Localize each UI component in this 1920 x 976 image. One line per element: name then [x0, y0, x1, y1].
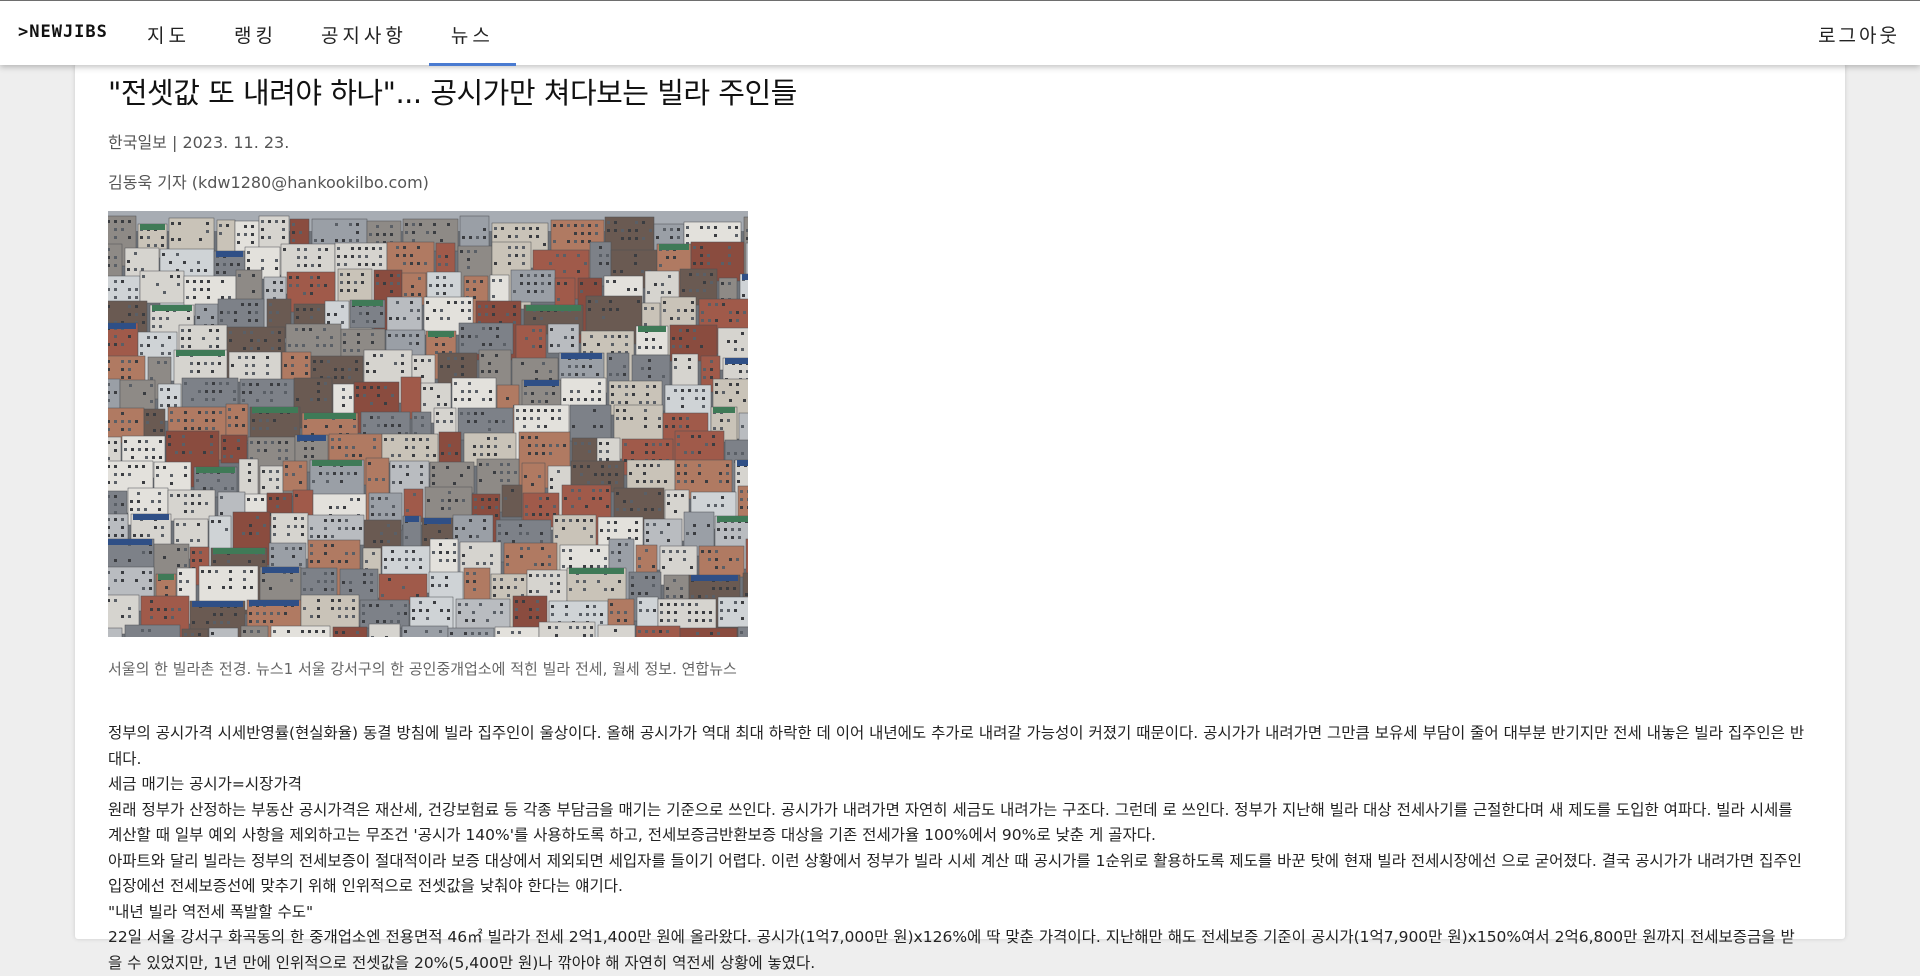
logout-button[interactable]: 로그아웃 [1818, 21, 1900, 48]
nav-item-news[interactable]: 뉴스 [428, 1, 516, 66]
article-photo [108, 211, 748, 637]
nav-item-map[interactable]: 지도 [125, 1, 212, 66]
article-paragraph: 정부의 공시가격 시세반영률(현실화율) 동결 방침에 빌라 집주인이 울상이다… [108, 724, 1805, 768]
nav-item-notice[interactable]: 공지사항 [299, 1, 429, 66]
article-subheading: "내년 빌라 역전세 폭발할 수도" [108, 902, 314, 921]
article-meta: 한국일보 | 2023. 11. 23. [108, 133, 290, 152]
article-title: "전셋값 또 내려야 하나"... 공시가만 쳐다보는 빌라 주인들 [108, 76, 797, 110]
nav-item-ranking[interactable]: 랭킹 [212, 1, 299, 66]
article-author: 김동욱 기자 (kdw1280@hankookilbo.com) [108, 173, 429, 192]
article-paragraph: 아파트와 달리 빌라는 정부의 전세보증이 절대적이라 보증 대상에서 제외되면… [108, 851, 1802, 896]
cityscape-illustration [108, 211, 748, 637]
article-card: "전셋값 또 내려야 하나"... 공시가만 쳐다보는 빌라 주인들 한국일보 … [75, 63, 1845, 972]
top-navigation-bar: >NEWJIBS 지도 랭킹 공지사항 뉴스 로그아웃 [0, 0, 1920, 66]
brand-logo[interactable]: >NEWJIBS [18, 22, 108, 42]
article-paragraph: 원래 정부가 산정하는 부동산 공시가격은 재산세, 건강보험료 등 각종 부담… [108, 800, 1793, 845]
main-nav: 지도 랭킹 공지사항 뉴스 [125, 1, 516, 66]
article-paragraph: 22일 서울 강서구 화곡동의 한 중개업소엔 전용면적 46㎡ 빌라가 전세 … [108, 928, 1795, 972]
news-article: "전셋값 또 내려야 하나"... 공시가만 쳐다보는 빌라 주인들 한국일보 … [108, 73, 1808, 976]
article-body: 정부의 공시가격 시세반영률(현실화율) 동결 방침에 빌라 집주인이 울상이다… [108, 721, 1808, 976]
article-subheading: 세금 매기는 공시가=시장가격 [108, 775, 302, 793]
photo-caption: 서울의 한 빌라촌 전경. 뉴스1 서울 강서구의 한 공인중개업소에 적힌 빌… [108, 660, 737, 678]
